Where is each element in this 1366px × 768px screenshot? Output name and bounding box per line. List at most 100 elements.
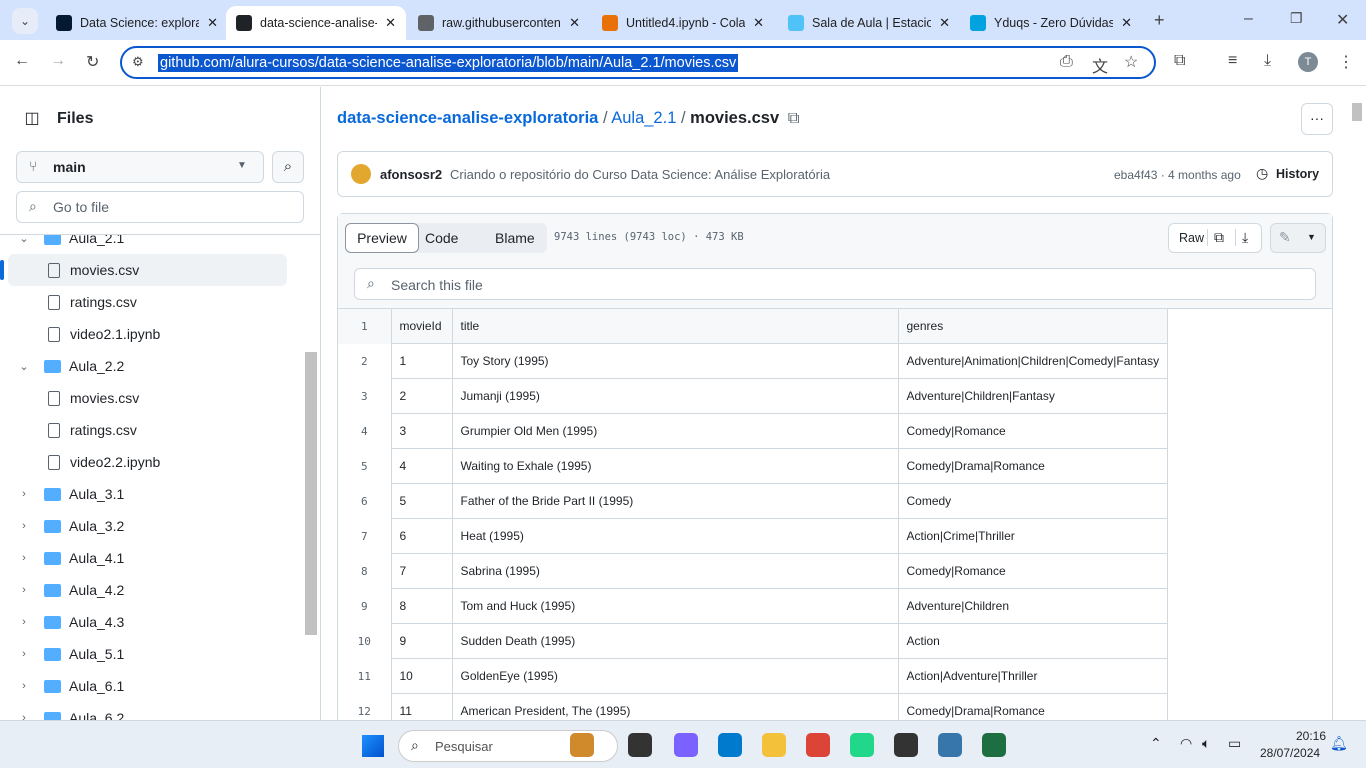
caret-down-icon[interactable]: ▼ bbox=[1307, 232, 1316, 242]
profile-avatar[interactable]: T bbox=[1298, 52, 1318, 72]
breadcrumb-folder[interactable]: Aula_2.1 bbox=[611, 109, 676, 127]
line-number[interactable]: 7 bbox=[338, 519, 391, 554]
author-avatar[interactable] bbox=[351, 164, 371, 184]
battery-icon[interactable]: ▭ bbox=[1228, 735, 1241, 752]
omnibox[interactable]: ⚙ github.com/alura-cursos/data-science-a… bbox=[120, 46, 1156, 79]
browser-tab[interactable]: data-science-analise- ✕ bbox=[226, 6, 406, 40]
close-tab-icon[interactable]: ✕ bbox=[939, 15, 950, 31]
folder-icon[interactable] bbox=[762, 733, 786, 757]
chevron-right-icon[interactable]: › bbox=[16, 712, 32, 720]
history-button[interactable]: History bbox=[1276, 167, 1319, 181]
raw-button[interactable]: Raw bbox=[1179, 231, 1204, 245]
chrome-icon[interactable] bbox=[806, 733, 830, 757]
install-app-icon[interactable]: ⎙ bbox=[1060, 53, 1073, 71]
line-number[interactable]: 2 bbox=[338, 344, 391, 379]
tree-file[interactable]: ratings.csv bbox=[0, 414, 300, 446]
bookmark-star-icon[interactable]: ☆ bbox=[1124, 52, 1138, 72]
line-number[interactable]: 9 bbox=[338, 589, 391, 624]
pencil-icon[interactable]: ✎ bbox=[1279, 229, 1291, 246]
sidebar-scrollbar[interactable] bbox=[305, 352, 317, 635]
chevron-right-icon[interactable]: › bbox=[16, 648, 32, 660]
clock-date[interactable]: 28/07/2024 bbox=[1260, 746, 1320, 760]
media-control-icon[interactable]: ≡ bbox=[1228, 52, 1237, 70]
tab-code[interactable]: Code bbox=[425, 230, 458, 246]
site-settings-icon[interactable]: ⚙ bbox=[132, 54, 144, 70]
tree-folder[interactable]: › Aula_5.1 bbox=[0, 638, 300, 670]
tree-file[interactable]: ratings.csv bbox=[0, 286, 300, 318]
extensions-icon[interactable]: ⧉ bbox=[1174, 52, 1185, 70]
copy-path-icon[interactable]: ⧉ bbox=[788, 109, 800, 127]
collapse-sidebar-icon[interactable]: ◫ bbox=[16, 103, 48, 135]
chevron-right-icon[interactable]: › bbox=[16, 680, 32, 692]
tab-blame[interactable]: Blame bbox=[495, 230, 535, 246]
tab-preview[interactable]: Preview bbox=[345, 223, 419, 253]
tree-folder[interactable]: › Aula_3.1 bbox=[0, 478, 300, 510]
python-icon[interactable] bbox=[938, 733, 962, 757]
download-icon[interactable]: ⤓ bbox=[1235, 229, 1248, 246]
search-icon[interactable]: ⌕ bbox=[272, 151, 304, 183]
close-tab-icon[interactable]: ✕ bbox=[207, 15, 218, 31]
downloads-icon[interactable]: ⤓ bbox=[1264, 52, 1271, 70]
tray-chevron-icon[interactable]: ⌃ bbox=[1150, 735, 1162, 752]
tree-file[interactable]: movies.csv bbox=[0, 254, 287, 286]
line-number[interactable]: 3 bbox=[338, 379, 391, 414]
forward-icon[interactable]: → bbox=[50, 52, 66, 70]
terminal-icon[interactable] bbox=[894, 733, 918, 757]
tree-folder[interactable]: › Aula_4.2 bbox=[0, 574, 300, 606]
chevron-right-icon[interactable]: › bbox=[16, 488, 32, 500]
chevron-right-icon[interactable]: › bbox=[16, 616, 32, 628]
close-tab-icon[interactable]: ✕ bbox=[753, 15, 764, 31]
translate-icon[interactable]: 文 bbox=[1092, 53, 1108, 77]
tab-search-button[interactable]: ⌄ bbox=[12, 8, 38, 34]
browser-tab[interactable]: Data Science: explora ✕ bbox=[46, 6, 228, 40]
line-number[interactable]: 5 bbox=[338, 449, 391, 484]
line-number[interactable]: 4 bbox=[338, 414, 391, 449]
browser-tab[interactable]: Untitled4.ipynb - Cola ✕ bbox=[592, 6, 774, 40]
line-number[interactable]: 1 bbox=[338, 308, 391, 344]
url-text[interactable]: github.com/alura-cursos/data-science-ana… bbox=[158, 54, 739, 72]
chevron-right-icon[interactable]: › bbox=[16, 520, 32, 532]
line-number[interactable]: 11 bbox=[338, 659, 391, 694]
tree-folder[interactable]: › Aula_6.1 bbox=[0, 670, 300, 702]
chevron-right-icon[interactable]: › bbox=[16, 584, 32, 596]
tree-folder[interactable]: › Aula_6.2 bbox=[0, 702, 300, 720]
close-tab-icon[interactable]: ✕ bbox=[1121, 15, 1132, 31]
commit-author[interactable]: afonsosr2 bbox=[380, 167, 442, 182]
page-scrollbar[interactable] bbox=[1352, 103, 1362, 121]
search-file-input[interactable]: ⌕ Search this file bbox=[354, 268, 1316, 300]
tree-folder[interactable]: › Aula_3.2 bbox=[0, 510, 300, 542]
minimize-button[interactable]: – bbox=[1244, 10, 1253, 28]
line-number[interactable]: 10 bbox=[338, 624, 391, 659]
line-number[interactable]: 6 bbox=[338, 484, 391, 519]
menu-icon[interactable]: ⋮ bbox=[1338, 52, 1354, 72]
tree-folder[interactable]: ⌄ Aula_2.2 bbox=[0, 350, 300, 382]
restore-button[interactable]: ❐ bbox=[1290, 10, 1303, 27]
browser-tab[interactable]: Sala de Aula | Estacio ✕ bbox=[778, 6, 960, 40]
close-tab-icon[interactable]: ✕ bbox=[385, 15, 396, 31]
close-tab-icon[interactable]: ✕ bbox=[569, 15, 580, 31]
browser-tab[interactable]: raw.githubuserconten ✕ bbox=[408, 6, 590, 40]
close-window-button[interactable]: ✕ bbox=[1336, 10, 1349, 30]
commit-meta[interactable]: eba4f43 · 4 months ago bbox=[1114, 168, 1241, 182]
copilot-icon[interactable] bbox=[674, 733, 698, 757]
file-explorer-icon[interactable] bbox=[628, 733, 652, 757]
new-tab-button[interactable]: + bbox=[1154, 10, 1165, 31]
go-to-file-input[interactable]: ⌕ Go to file bbox=[16, 191, 304, 223]
vscode-icon[interactable] bbox=[718, 733, 742, 757]
notification-bell-icon[interactable]: 🔔︎ bbox=[1330, 735, 1348, 752]
wifi-icon[interactable]: ◠ bbox=[1180, 735, 1192, 752]
breadcrumb-repo[interactable]: data-science-analise-exploratoria bbox=[337, 109, 598, 127]
more-options-button[interactable]: ··· bbox=[1301, 103, 1333, 135]
tree-folder[interactable]: › Aula_4.1 bbox=[0, 542, 300, 574]
chevron-right-icon[interactable]: › bbox=[16, 552, 32, 564]
excel-icon[interactable] bbox=[982, 733, 1006, 757]
browser-tab[interactable]: Yduqs - Zero Dúvidas ✕ bbox=[960, 6, 1142, 40]
line-number[interactable]: 8 bbox=[338, 554, 391, 589]
tree-file[interactable]: video2.1.ipynb bbox=[0, 318, 300, 350]
clock-time[interactable]: 20:16 bbox=[1290, 729, 1326, 743]
line-number[interactable]: 12 bbox=[338, 694, 391, 721]
start-icon[interactable] bbox=[362, 735, 384, 757]
branch-selector[interactable]: ⑂ main ▼ bbox=[16, 151, 264, 183]
widgets-icon[interactable] bbox=[570, 733, 594, 757]
reload-icon[interactable]: ↻ bbox=[86, 52, 99, 72]
